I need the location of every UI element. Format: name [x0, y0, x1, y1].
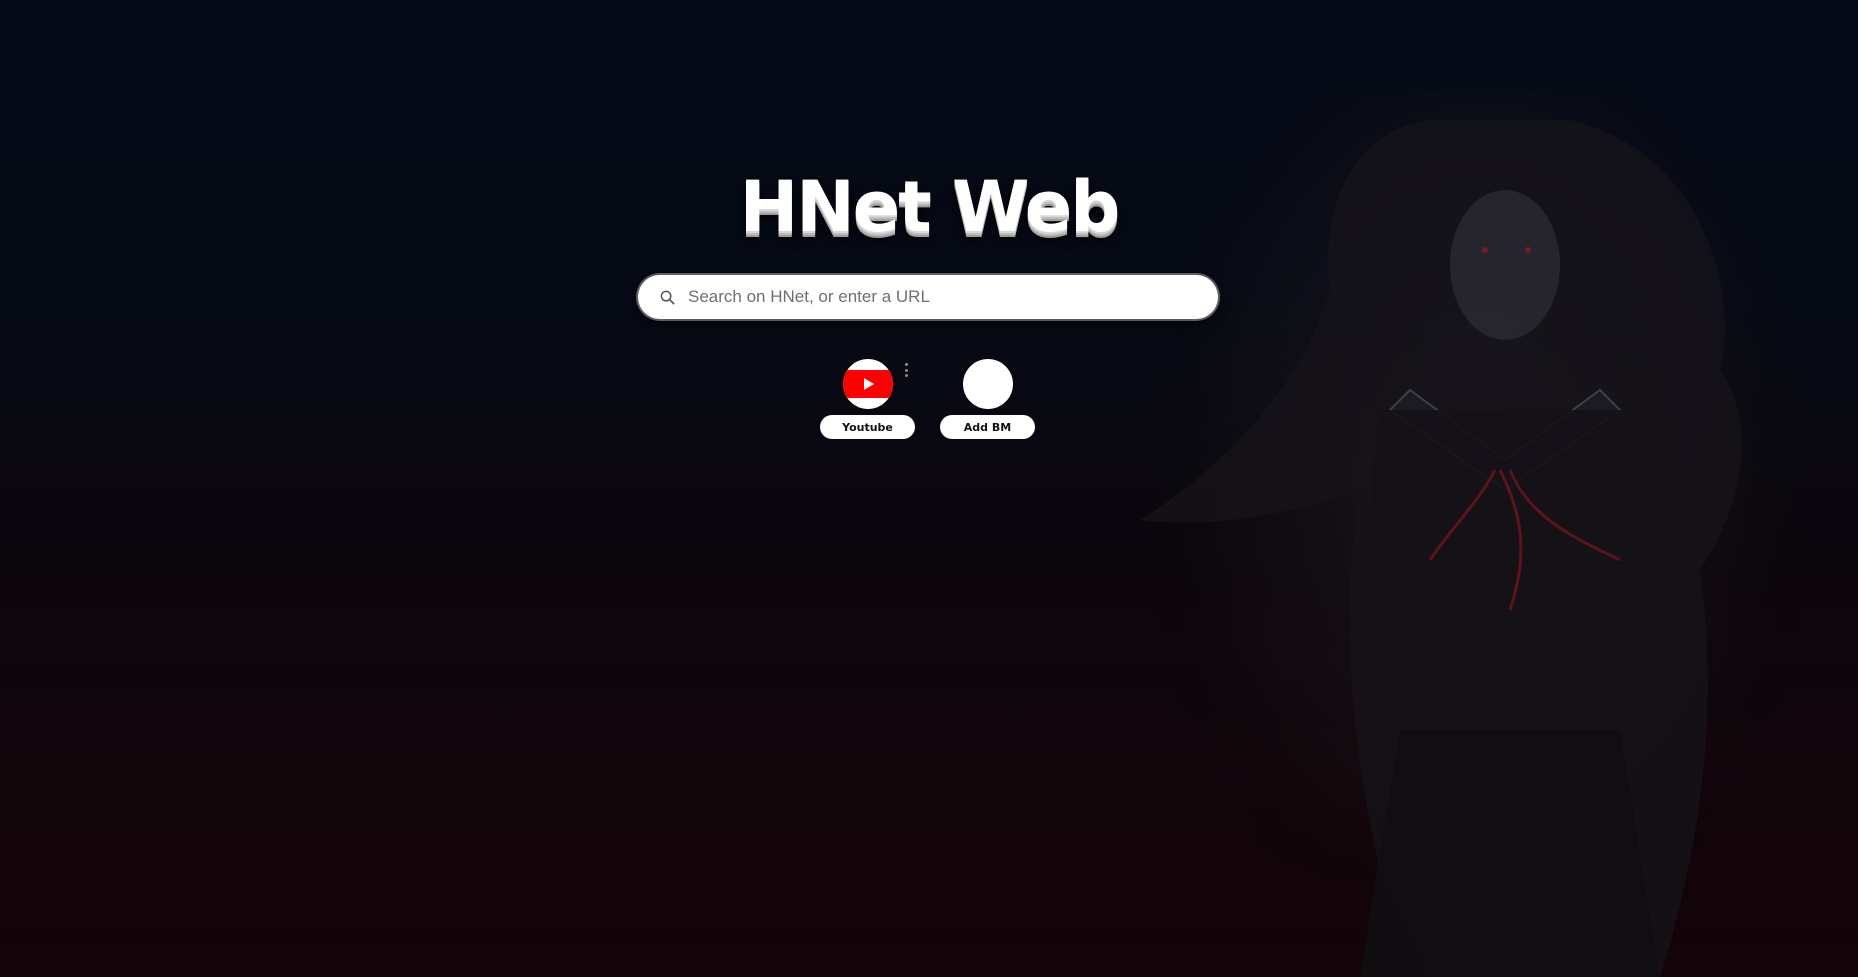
bookmarks-row: Youtube Add BM: [820, 359, 1035, 439]
search-icon: [658, 288, 676, 306]
bookmark-add[interactable]: Add BM: [940, 359, 1035, 439]
bookmark-icon-wrapper[interactable]: [842, 359, 893, 409]
search-bar[interactable]: [638, 275, 1218, 319]
bookmark-label[interactable]: Youtube: [820, 415, 915, 439]
bookmark-youtube[interactable]: Youtube: [820, 359, 915, 439]
bookmark-label[interactable]: Add BM: [940, 415, 1035, 439]
blank-circle-icon[interactable]: [962, 359, 1013, 409]
more-options-icon[interactable]: [903, 363, 909, 377]
search-input[interactable]: [688, 277, 1198, 317]
youtube-icon: [842, 370, 893, 398]
page-title: HNet Web: [739, 166, 1121, 248]
